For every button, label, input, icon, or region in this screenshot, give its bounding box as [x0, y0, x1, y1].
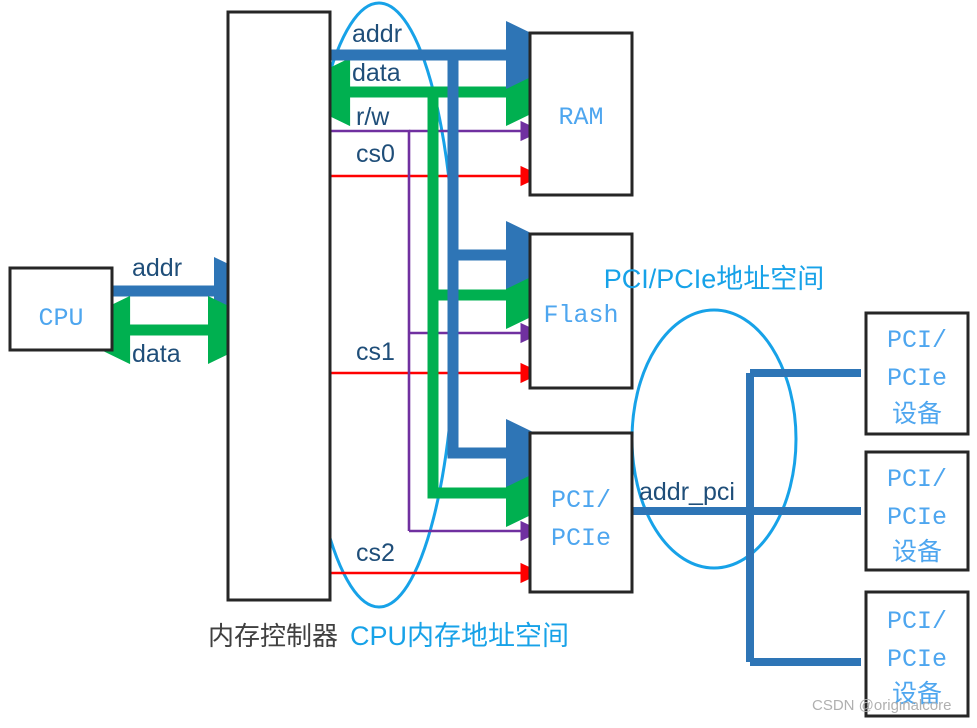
title-cpu-memory-address-space: CPU内存地址空间 [350, 621, 569, 651]
box-pcie-device-3-label-line-1: PCI/ [887, 607, 947, 636]
signal-line-rw-trunk [330, 129, 411, 531]
label-bus-addr: addr [352, 20, 402, 48]
caption-memory-controller: 内存控制器 [208, 621, 338, 651]
box-cpu: CPU [8, 266, 114, 352]
box-pcie-device-1-label-line-3: 设备 [892, 400, 942, 428]
box-flash-label: Flash [543, 301, 618, 330]
pci-address-space-ellipse [630, 308, 798, 570]
box-pcie-device-2-label-line-3: 设备 [892, 538, 942, 566]
label-cs1: cs1 [356, 338, 395, 366]
box-ram-label: RAM [558, 103, 603, 132]
box-cpu-label: CPU [38, 304, 83, 333]
label-addr-pci: addr_pci [639, 478, 735, 506]
box-pcie-device-2-label-line-1: PCI/ [887, 465, 947, 494]
box-ram: RAM [528, 31, 634, 197]
box-pcie-device-1: PCI/ PCIe 设备 [864, 311, 970, 436]
box-pcie-controller: PCI/ PCIe [528, 431, 634, 594]
box-pcie-controller-label-line-2: PCIe [551, 524, 611, 553]
label-cs2: cs2 [356, 539, 395, 567]
box-pcie-device-2: PCI/ PCIe 设备 [864, 450, 970, 572]
diagram-canvas: CPU RAM Flash PCI/ PCIe PCI/ PCIe 设备 PCI… [0, 0, 977, 728]
box-pcie-device-2-label-line-2: PCIe [887, 503, 947, 532]
label-cpu-data: data [132, 340, 181, 368]
label-bus-rw: r/w [356, 103, 390, 131]
title-pci-address-space: PCI/PCIe地址空间 [604, 264, 825, 294]
box-pcie-device-1-label-line-2: PCIe [887, 364, 947, 393]
box-pcie-controller-label-line-1: PCI/ [551, 486, 611, 515]
label-cpu-addr: addr [132, 254, 182, 282]
label-cs0: cs0 [356, 140, 395, 168]
watermark-text: CSDN @originalcore [812, 697, 951, 714]
box-memory-controller [226, 10, 332, 602]
box-pcie-device-1-label-line-1: PCI/ [887, 326, 947, 355]
box-flash: Flash [528, 232, 634, 390]
memory-address-space-diagram: CPU RAM Flash PCI/ PCIe PCI/ PCIe 设备 PCI… [8, 1, 970, 718]
box-pcie-device-3-label-line-2: PCIe [887, 645, 947, 674]
label-bus-data: data [352, 59, 401, 87]
